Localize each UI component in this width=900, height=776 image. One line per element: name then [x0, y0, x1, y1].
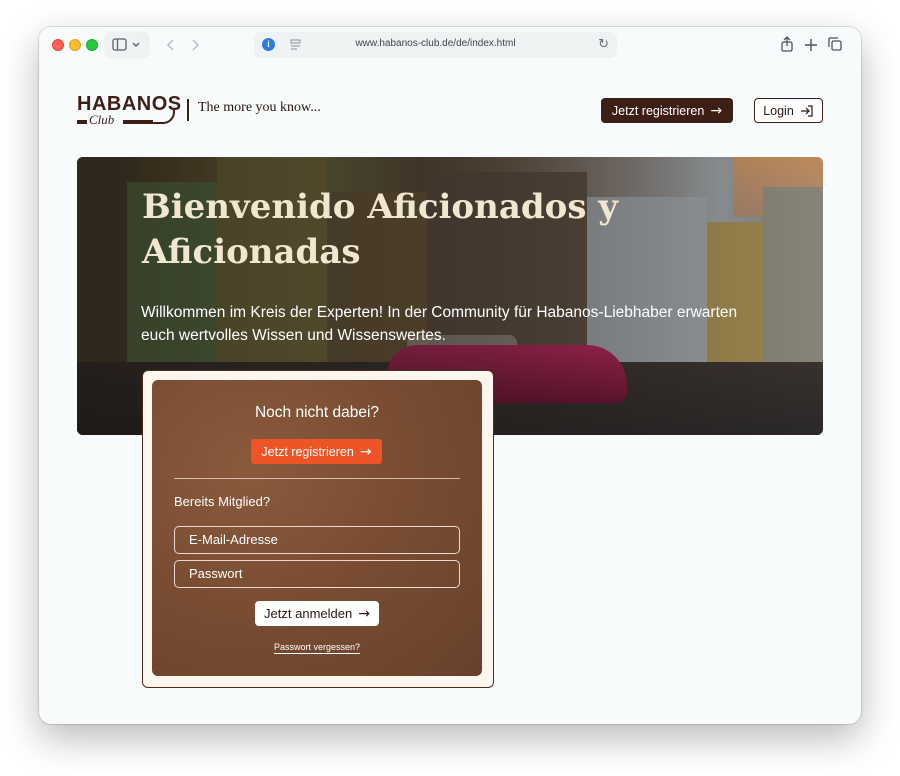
header-login-button[interactable]: Login	[754, 98, 823, 123]
signin-button[interactable]: Jetzt anmelden →	[255, 601, 379, 626]
browser-toolbar: i www.habanos-club.de/de/index.html ↻	[39, 27, 861, 63]
card-register-button[interactable]: Jetzt registrieren →	[251, 439, 382, 464]
login-icon	[800, 104, 813, 117]
minimize-window-button[interactable]	[69, 39, 81, 51]
member-heading: Bereits Mitglied?	[174, 494, 271, 509]
back-chevron-icon[interactable]	[163, 32, 179, 58]
arrow-right-icon: →	[358, 605, 370, 622]
sidebar-toggle-button[interactable]	[105, 32, 149, 58]
header-login-label: Login	[763, 103, 794, 118]
new-tab-icon[interactable]	[801, 32, 821, 58]
card-register-label: Jetzt registrieren	[261, 444, 354, 459]
arrow-right-icon: →	[359, 443, 372, 460]
zoom-window-button[interactable]	[86, 39, 98, 51]
header-register-label: Jetzt registrieren	[611, 103, 705, 118]
habanos-club-logo[interactable]: HABANOS Club	[77, 93, 181, 129]
hero-subtitle: Willkommen im Kreis der Experten! In der…	[141, 304, 738, 344]
logo-cigar-left	[77, 120, 87, 124]
signin-label: Jetzt anmelden	[264, 606, 353, 621]
email-field[interactable]: E-Mail-Adresse	[174, 526, 460, 554]
header-divider	[187, 99, 189, 121]
logo-swash	[153, 110, 175, 124]
site-tagline: The more you know...	[198, 100, 321, 115]
header-register-button[interactable]: Jetzt registrieren →	[601, 98, 733, 123]
address-bar[interactable]: i www.habanos-club.de/de/index.html ↻	[254, 32, 617, 58]
forward-chevron-icon[interactable]	[187, 32, 203, 58]
forgot-password-link[interactable]: Passwort vergessen?	[152, 642, 482, 654]
history-navigation	[157, 32, 209, 58]
hero-title: Bienvenido Aficionados y Aficionadas	[142, 187, 619, 272]
card-divider	[174, 478, 460, 479]
signup-heading: Noch nicht dabei?	[254, 404, 380, 421]
browser-actions	[773, 32, 853, 58]
password-field[interactable]: Passwort	[174, 560, 460, 588]
share-icon[interactable]	[777, 32, 797, 58]
sidebar-icon	[112, 38, 140, 51]
arrow-right-icon: →	[710, 102, 723, 119]
logo-club-script: Club	[89, 112, 115, 127]
login-card-panel: Noch nicht dabei? Jetzt registrieren → B…	[152, 380, 482, 676]
close-window-button[interactable]	[52, 39, 64, 51]
url-text: www.habanos-club.de/de/index.html	[355, 38, 516, 49]
logo-cigar-right	[123, 120, 153, 124]
forgot-password-label: Passwort vergessen?	[273, 642, 361, 654]
reload-icon[interactable]: ↻	[598, 37, 609, 52]
browser-window: i www.habanos-club.de/de/index.html ↻ HA…	[39, 27, 861, 724]
login-card: Noch nicht dabei? Jetzt registrieren → B…	[142, 370, 494, 688]
tab-overview-icon[interactable]	[825, 32, 845, 58]
